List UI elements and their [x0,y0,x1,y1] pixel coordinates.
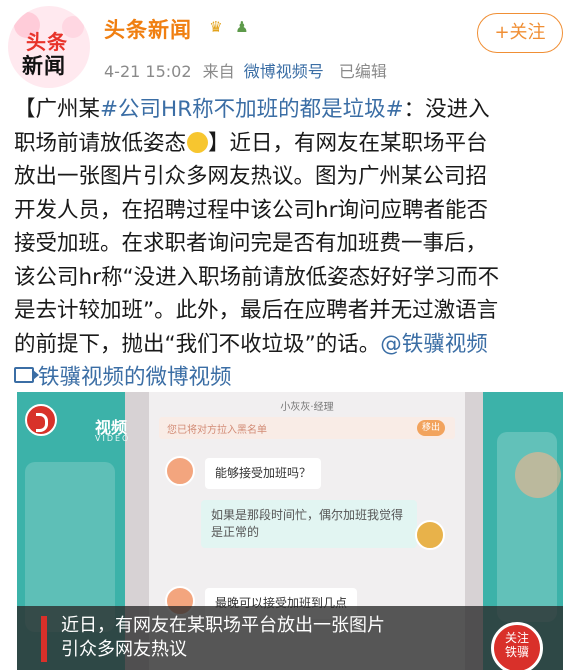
edited-label: 已编辑 [338,62,387,81]
source-prefix: 来自 [202,62,235,81]
post-line: 该公司hr称“没进入职场前请放低姿态好好学习而不 [14,264,500,290]
post-line: 【广州某#公司HR称不加班的都是垃圾#：没进入 [14,93,570,127]
video-player[interactable]: 视频 VIDEO 小灰灰·经理 您已将对方拉入黑名单 移出 能够接受加班吗？ 如… [17,392,563,670]
post-text: 【广州某#公司HR称不加班的都是垃圾#：没进入 职场前请放低姿态 】近日，有网友在… [14,93,570,395]
channel-logo-icon [25,404,57,436]
follow-button[interactable]: +关注 [477,13,563,53]
post-line: 放出一张图片引众多网友热议。图为广州某公司招 [14,164,488,189]
follow-label: 关注 [504,631,529,645]
crown-icon: ♛ [209,18,223,36]
post-text-segment: ：没进入 [403,97,490,122]
mention-link[interactable]: @铁骥视频 [380,332,488,357]
chat-message: 能够接受加班吗？ [205,458,322,489]
channel-follow-button[interactable]: 关注 铁骥 [491,622,543,670]
post-text-segment: 【广州某 [14,97,101,122]
post-text-segment: 职场前请放低姿态 [14,130,187,156]
video-caption: 近日，有网友在某职场平台放出一张图片 引众多网友热议 [17,606,563,670]
post-line: 接受加班。在求职者询问完是否有加班费一事后， [14,231,488,256]
post-header: 头条 新闻 头条新闻 ♛ ♟ 4-21 15:02 来自 微博视频号 已编辑 +… [0,0,580,92]
post-time: 4-21 15:02 [104,62,192,81]
video-link-label: 铁骥视频的微博视频 [38,365,232,390]
applicant-avatar [415,520,445,550]
smile-emoji-icon [187,131,209,153]
post-line: 是去计较加班”。此外，最后在应聘者并无过激语言 [14,298,499,323]
account-avatar[interactable]: 头条 新闻 [8,6,90,88]
avatar-logo-text: 新闻 [22,54,66,78]
post-text-segment: 】近日，有网友在某职场平台 [208,130,488,156]
blacklist-notice: 您已将对方拉入黑名单 [167,425,267,436]
post-line: 职场前请放低姿态 】近日，有网友在某职场平台 [14,127,570,161]
account-name[interactable]: 头条新闻 [104,14,192,44]
video-link[interactable]: 铁骥视频的微博视频 [14,361,570,395]
caption-line: 近日，有网友在某职场平台放出一张图片 [61,615,385,636]
chat-contact-name: 小灰灰·经理 [280,402,334,413]
caption-accent [41,616,47,662]
blacklist-notice-bar: 您已将对方拉入黑名单 移出 [159,417,455,439]
person-icon: ♟ [235,18,249,36]
video-icon [14,367,39,383]
post-line: 的前提下，抛出“我们不收垃圾”的话。@铁骥视频 [14,328,570,362]
follow-label: 铁骥 [504,645,529,659]
blurred-avatar [515,452,561,498]
post-line: 开发人员，在招聘过程中该公司hr询问应聘者能否 [14,197,488,223]
video-watermark-sub: VIDEO [95,434,131,443]
post-meta: 4-21 15:02 来自 微博视频号 已编辑 [104,58,387,82]
caption-text: 近日，有网友在某职场平台放出一张图片 引众多网友热议 [61,614,385,662]
post-text-segment: 的前提下，抛出“我们不收垃圾”的话。 [14,331,381,357]
hashtag-link[interactable]: #公司HR称不加班的都是垃圾# [100,97,404,122]
caption-line: 引众多网友热议 [61,639,187,660]
chat-message: 如果是那段时间忙，偶尔加班我觉得是正常的 [201,500,417,548]
hr-avatar [165,456,195,486]
remove-blacklist-button: 移出 [417,420,445,436]
source-link[interactable]: 微博视频号 [244,62,324,81]
